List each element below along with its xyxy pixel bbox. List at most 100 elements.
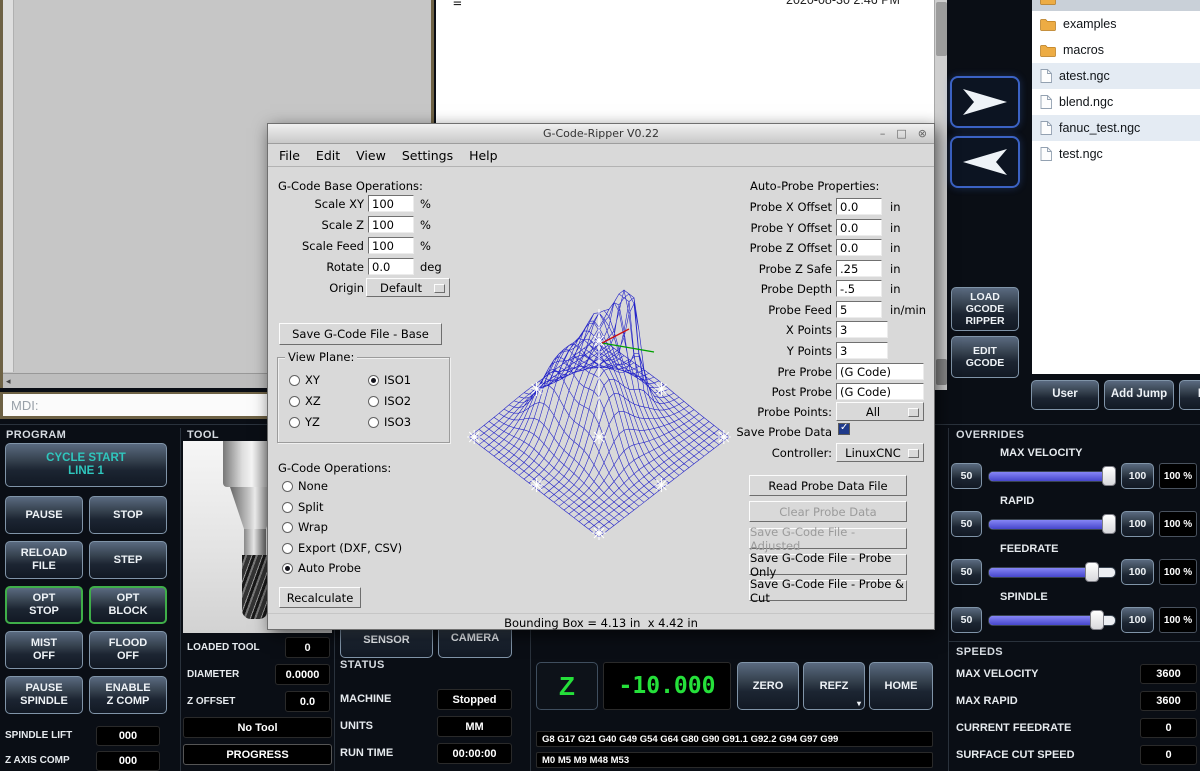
pre-probe-input[interactable] xyxy=(836,363,924,380)
max-velocity-slider[interactable] xyxy=(988,463,1116,489)
override-min-button[interactable]: 50 xyxy=(951,463,982,489)
file-row[interactable]: atest.ngc xyxy=(1032,63,1200,89)
radio-wrap[interactable]: Wrap xyxy=(282,520,328,534)
probe-points-dropdown[interactable]: All xyxy=(836,402,924,421)
origin-dropdown[interactable]: Default xyxy=(366,278,450,297)
save-gcode-adjusted-button[interactable]: Save G-Code File - Adjusted xyxy=(749,528,907,549)
scale-xy-input[interactable] xyxy=(368,195,414,212)
slider-handle[interactable] xyxy=(1102,466,1116,486)
post-probe-input[interactable] xyxy=(836,383,924,400)
nav-back-button[interactable] xyxy=(950,136,1020,188)
file-row[interactable]: examples xyxy=(1032,11,1200,37)
add-jump-button[interactable]: Add Jump xyxy=(1104,380,1174,410)
radio-iso1[interactable]: ISO1 xyxy=(368,373,411,387)
ref-z-button[interactable]: REFZ ▾ xyxy=(803,662,865,710)
recalculate-button[interactable]: Recalculate xyxy=(279,587,361,608)
scale-feed-input[interactable] xyxy=(368,237,414,254)
radio-iso3[interactable]: ISO3 xyxy=(368,415,411,429)
override-max-button[interactable]: 100 xyxy=(1121,511,1154,537)
clear-probe-data-button[interactable]: Clear Probe Data xyxy=(749,501,907,522)
override-max-button[interactable]: 100 xyxy=(1121,559,1154,585)
radio-icon[interactable] xyxy=(368,417,379,428)
radio-icon[interactable] xyxy=(289,417,300,428)
radio-icon[interactable] xyxy=(282,543,293,554)
file-row[interactable]: blend.ngc xyxy=(1032,89,1200,115)
override-max-button[interactable]: 100 xyxy=(1121,463,1154,489)
probe-depth-input[interactable] xyxy=(836,280,882,297)
radio-icon[interactable] xyxy=(282,481,293,492)
radio-yz[interactable]: YZ xyxy=(289,415,320,429)
probe-z-safe-input[interactable] xyxy=(836,260,882,277)
radio-icon[interactable] xyxy=(289,375,300,386)
read-probe-data-button[interactable]: Read Probe Data File xyxy=(749,475,907,496)
pause-button[interactable]: PAUSE xyxy=(5,496,83,534)
radio-icon[interactable] xyxy=(282,563,293,574)
probe-z-offset-input[interactable] xyxy=(836,239,882,256)
probe-x-offset-input[interactable] xyxy=(836,198,882,215)
radio-icon[interactable] xyxy=(282,522,293,533)
slider-handle[interactable] xyxy=(1090,610,1104,630)
reload-file-button[interactable]: RELOAD FILE xyxy=(5,541,83,579)
y-points-input[interactable] xyxy=(836,342,888,359)
menu-icon[interactable]: ≡ xyxy=(453,0,462,11)
override-min-button[interactable]: 50 xyxy=(951,607,982,633)
slider-handle[interactable] xyxy=(1085,562,1099,582)
menu-file[interactable]: File xyxy=(271,146,308,165)
load-gcode-ripper-button[interactable]: LOAD GCODE RIPPER xyxy=(951,287,1019,331)
slider-handle[interactable] xyxy=(1102,514,1116,534)
pause-spindle-button[interactable]: PAUSE SPINDLE xyxy=(5,676,83,714)
home-z-button[interactable]: HOME xyxy=(869,662,933,710)
file-row[interactable]: fanuc_test.ngc xyxy=(1032,115,1200,141)
flood-button[interactable]: FLOOD OFF xyxy=(89,631,167,669)
menu-settings[interactable]: Settings xyxy=(394,146,461,165)
close-icon[interactable]: ⊗ xyxy=(918,127,927,140)
maximize-icon[interactable]: □ xyxy=(896,127,906,140)
override-min-button[interactable]: 50 xyxy=(951,559,982,585)
spindle-slider[interactable] xyxy=(988,607,1116,633)
save-gcode-probe-cut-button[interactable]: Save G-Code File - Probe & Cut xyxy=(749,580,907,601)
vertical-scrollbar[interactable] xyxy=(934,0,947,390)
radio-auto-probe[interactable]: Auto Probe xyxy=(282,561,361,575)
radio-icon[interactable] xyxy=(282,502,293,513)
opt-block-button[interactable]: OPT BLOCK xyxy=(89,586,167,624)
radio-xz[interactable]: XZ xyxy=(289,394,321,408)
radio-iso2[interactable]: ISO2 xyxy=(368,394,411,408)
opt-stop-button[interactable]: OPT STOP xyxy=(5,586,83,624)
radio-xy[interactable]: XY xyxy=(289,373,320,387)
scroll-left-icon[interactable]: ◂ xyxy=(6,376,11,387)
radio-icon[interactable] xyxy=(289,396,300,407)
scale-z-input[interactable] xyxy=(368,216,414,233)
radio-split[interactable]: Split xyxy=(282,500,324,514)
step-button[interactable]: STEP xyxy=(89,541,167,579)
x-points-input[interactable] xyxy=(836,321,888,338)
probe-feed-input[interactable] xyxy=(836,301,882,318)
cycle-start-button[interactable]: CYCLE START LINE 1 xyxy=(5,443,167,487)
override-min-button[interactable]: 50 xyxy=(951,511,982,537)
menu-help[interactable]: Help xyxy=(461,146,506,165)
radio-none[interactable]: None xyxy=(282,479,328,493)
file-row-partial[interactable] xyxy=(1032,0,1200,11)
rapid-slider[interactable] xyxy=(988,511,1116,537)
user-button[interactable]: User xyxy=(1031,380,1099,410)
menu-edit[interactable]: Edit xyxy=(308,146,348,165)
save-gcode-probe-only-button[interactable]: Save G-Code File - Probe Only xyxy=(749,554,907,575)
save-gcode-base-button[interactable]: Save G-Code File - Base xyxy=(279,323,442,345)
override-max-button[interactable]: 100 xyxy=(1121,607,1154,633)
file-row[interactable]: test.ngc xyxy=(1032,141,1200,167)
nav-forward-button[interactable] xyxy=(950,76,1020,128)
zero-z-button[interactable]: ZERO xyxy=(737,662,799,710)
stop-button[interactable]: STOP xyxy=(89,496,167,534)
mist-button[interactable]: MIST OFF xyxy=(5,631,83,669)
file-row[interactable]: macros xyxy=(1032,37,1200,63)
scrollbar-thumb-lower[interactable] xyxy=(936,359,947,385)
radio-icon[interactable] xyxy=(368,375,379,386)
file-browser[interactable]: examples macros atest.ngc blend.ngc fanu… xyxy=(1032,0,1200,374)
radio-export[interactable]: Export (DXF, CSV) xyxy=(282,541,402,555)
feedrate-slider[interactable] xyxy=(988,559,1116,585)
scrollbar-thumb[interactable] xyxy=(936,2,947,56)
dialog-titlebar[interactable]: G-Code-Ripper V0.22 – □ ⊗ xyxy=(268,124,934,144)
controller-dropdown[interactable]: LinuxCNC xyxy=(836,443,924,462)
partial-button[interactable]: D xyxy=(1179,380,1200,410)
edit-gcode-button[interactable]: EDIT GCODE xyxy=(951,336,1019,378)
minimize-icon[interactable]: – xyxy=(880,127,886,140)
